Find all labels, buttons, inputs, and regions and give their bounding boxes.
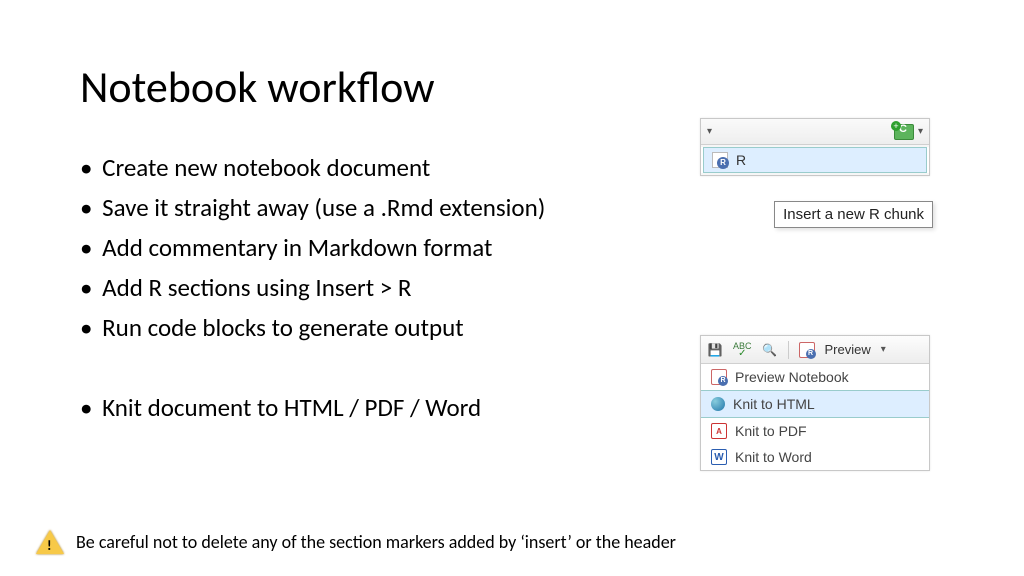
chevron-down-icon[interactable]: ▾ bbox=[918, 126, 923, 137]
slide-title: Notebook workflow bbox=[80, 60, 944, 114]
knit-panel: 💾 ABC✓ 🔍 R Preview ▾ R Preview Notebook … bbox=[700, 335, 930, 471]
bullet-item: Add commentary in Markdown format bbox=[80, 228, 944, 268]
menu-item-label: Knit to Word bbox=[735, 449, 812, 465]
knit-menu: R Preview Notebook Knit to HTML A Knit t… bbox=[701, 364, 929, 470]
spellcheck-icon[interactable]: ABC✓ bbox=[733, 342, 752, 358]
r-file-icon: R bbox=[712, 152, 728, 168]
tooltip: Insert a new R chunk bbox=[774, 201, 933, 228]
plus-icon: + bbox=[891, 121, 901, 131]
notebook-icon: R bbox=[711, 369, 727, 385]
tooltip-text: Insert a new R chunk bbox=[783, 206, 924, 223]
menu-item-knit-html[interactable]: Knit to HTML bbox=[701, 390, 929, 418]
add-chunk-button[interactable]: + bbox=[894, 124, 914, 140]
menu-item-label: Preview Notebook bbox=[735, 369, 849, 385]
globe-icon bbox=[711, 397, 725, 411]
chevron-down-icon[interactable]: ▾ bbox=[707, 126, 712, 137]
menu-item-knit-word[interactable]: W Knit to Word bbox=[701, 444, 929, 470]
pdf-icon: A bbox=[711, 423, 727, 439]
menu-item-label: Knit to PDF bbox=[735, 423, 807, 439]
search-icon[interactable]: 🔍 bbox=[762, 342, 778, 358]
chevron-down-icon[interactable]: ▾ bbox=[881, 344, 886, 355]
warning-icon bbox=[36, 530, 64, 554]
insert-chunk-panel: ▾ + ▾ R R Insert a new R chunk bbox=[700, 118, 930, 176]
menu-item-label: Knit to HTML bbox=[733, 396, 815, 412]
save-icon[interactable]: 💾 bbox=[707, 342, 723, 358]
menu-item-preview-notebook[interactable]: R Preview Notebook bbox=[701, 364, 929, 390]
menu-item-r[interactable]: R R bbox=[703, 147, 927, 173]
menu-item-knit-pdf[interactable]: A Knit to PDF bbox=[701, 418, 929, 444]
insert-menu: R R bbox=[701, 147, 929, 173]
bullet-item: Add R sections using Insert > R bbox=[80, 268, 944, 308]
menu-item-label: R bbox=[736, 152, 746, 168]
warning-footer: Be careful not to delete any of the sect… bbox=[36, 530, 676, 554]
slide-content: Notebook workflow Create new notebook do… bbox=[0, 0, 1024, 576]
word-icon: W bbox=[711, 449, 727, 465]
notebook-icon: R bbox=[799, 342, 815, 358]
knit-toolbar: 💾 ABC✓ 🔍 R Preview ▾ bbox=[701, 336, 929, 364]
preview-button-label[interactable]: Preview bbox=[825, 342, 871, 357]
warning-text: Be careful not to delete any of the sect… bbox=[76, 531, 676, 553]
insert-toolbar: ▾ + ▾ bbox=[701, 119, 929, 145]
toolbar-divider bbox=[788, 341, 789, 359]
